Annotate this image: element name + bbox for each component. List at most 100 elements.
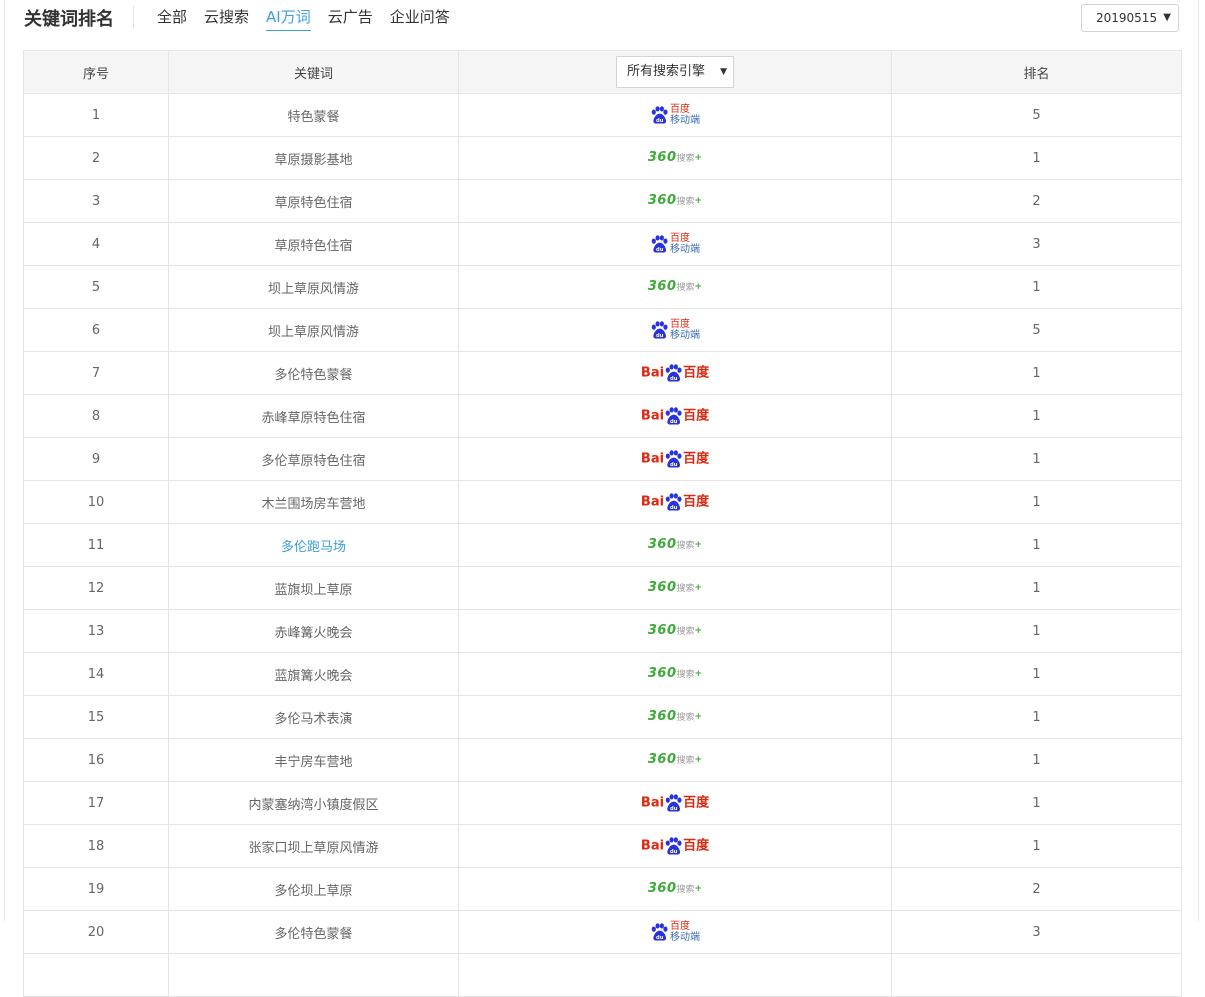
cell-rank: 1	[891, 781, 1182, 825]
cell-rank	[891, 953, 1182, 997]
cell-index: 13	[23, 609, 169, 653]
cell-rank: 1	[891, 738, 1182, 782]
cell-engine: 360搜索+	[458, 609, 892, 653]
cell-engine: Bai du 百度	[458, 394, 892, 438]
tab-cloud-ads[interactable]: 云广告	[328, 6, 373, 31]
cell-engine: 360搜索+	[458, 136, 892, 180]
cell-keyword: 坝上草原风情游	[168, 265, 459, 309]
cell-engine: Bai du 百度	[458, 781, 892, 825]
engine-filter-value: 所有搜索引擎	[627, 64, 706, 79]
cell-keyword: 丰宁房车营地	[168, 738, 459, 782]
cell-keyword	[168, 953, 459, 997]
keyword-text: 草原特色住宿	[274, 195, 353, 211]
date-select[interactable]: 20190515 ▼	[1081, 4, 1179, 32]
keyword-text: 草原特色住宿	[274, 238, 353, 254]
paw-icon: du	[651, 923, 668, 941]
table-row: 15 多伦马术表演 360搜索+ 1	[23, 695, 1182, 739]
cell-index: 8	[23, 394, 169, 438]
cell-keyword: 草原特色住宿	[168, 179, 459, 223]
paw-icon: du	[651, 321, 668, 339]
svg-text:du: du	[670, 806, 678, 812]
cell-rank: 1	[891, 609, 1182, 653]
svg-text:du: du	[656, 935, 664, 941]
cell-keyword: 多伦特色蒙餐	[168, 910, 459, 954]
tab-cloud-search[interactable]: 云搜索	[204, 6, 249, 31]
cell-index: 7	[23, 351, 169, 395]
cell-engine: Bai du 百度	[458, 351, 892, 395]
so360-logo: 360搜索+	[647, 149, 703, 165]
keyword-text: 多伦马术表演	[274, 711, 353, 727]
baidu-mobile-logo: du 百度 移动端	[650, 319, 700, 341]
baidu-logo: Bai du 百度	[640, 793, 710, 812]
cell-engine: Bai du 百度	[458, 824, 892, 868]
table-row: 8 赤峰草原特色住宿 Bai du 百度 1	[23, 394, 1182, 438]
cell-index: 5	[23, 265, 169, 309]
cell-engine	[458, 953, 892, 997]
cell-index: 14	[23, 652, 169, 696]
keyword-rank-table: 序号 关键词 所有搜索引擎 ▼ 排名 1 特色蒙餐 du 百度 移动端 5 2 草原摄影基地 3…	[23, 50, 1182, 997]
date-select-value: 20190515	[1096, 11, 1158, 25]
cell-keyword: 多伦草原特色住宿	[168, 437, 459, 481]
keyword-text: 草原摄影基地	[274, 152, 353, 168]
paw-icon: du	[665, 449, 682, 468]
svg-text:du: du	[670, 376, 678, 382]
keyword-text: 多伦特色蒙餐	[274, 367, 353, 383]
keyword-text: 张家口坝上草原风情游	[248, 840, 379, 856]
tab-enterprise-qa[interactable]: 企业问答	[390, 6, 450, 31]
cell-keyword: 赤峰草原特色住宿	[168, 394, 459, 438]
cell-rank: 1	[891, 136, 1182, 180]
cell-engine: 360搜索+	[458, 179, 892, 223]
svg-text:du: du	[656, 118, 664, 124]
baidu-mobile-logo: du 百度 移动端	[650, 921, 700, 943]
cell-rank: 1	[891, 523, 1182, 567]
cell-engine: du 百度 移动端	[458, 308, 892, 352]
cell-rank: 5	[891, 93, 1182, 137]
svg-text:du: du	[670, 505, 678, 511]
svg-text:du: du	[670, 462, 678, 468]
tab-ai-keywords[interactable]: AI万词	[266, 6, 311, 31]
so360-logo: 360搜索+	[647, 536, 703, 552]
cell-rank: 1	[891, 394, 1182, 438]
table-row: 13 赤峰篝火晚会 360搜索+ 1	[23, 609, 1182, 653]
keyword-text: 内蒙塞纳湾小镇度假区	[248, 797, 379, 813]
keyword-text[interactable]: 多伦跑马场	[281, 540, 346, 555]
engine-filter-select[interactable]: 所有搜索引擎 ▼	[616, 56, 734, 88]
cell-index: 17	[23, 781, 169, 825]
so360-logo: 360搜索+	[647, 880, 703, 896]
table-header-row: 序号 关键词 所有搜索引擎 ▼ 排名	[23, 50, 1182, 94]
keyword-text: 赤峰草原特色住宿	[261, 410, 366, 426]
keyword-text: 蓝旗坝上草原	[274, 582, 353, 598]
keyword-text: 多伦坝上草原	[274, 883, 353, 899]
cell-keyword: 内蒙塞纳湾小镇度假区	[168, 781, 459, 825]
cell-keyword: 多伦马术表演	[168, 695, 459, 739]
table-row: 17 内蒙塞纳湾小镇度假区 Bai du 百度 1	[23, 781, 1182, 825]
baidu-logo: Bai du 百度	[640, 406, 710, 425]
baidu-logo: Bai du 百度	[640, 449, 710, 468]
cell-keyword: 坝上草原风情游	[168, 308, 459, 352]
cell-index: 11	[23, 523, 169, 567]
cell-keyword: 赤峰篝火晚会	[168, 609, 459, 653]
table-row: 3 草原特色住宿 360搜索+ 2	[23, 179, 1182, 223]
caret-down-icon: ▼	[1163, 12, 1171, 23]
cell-keyword: 多伦坝上草原	[168, 867, 459, 911]
cell-engine: 360搜索+	[458, 867, 892, 911]
cell-rank: 3	[891, 222, 1182, 266]
cell-rank: 2	[891, 179, 1182, 223]
keyword-text: 特色蒙餐	[287, 109, 340, 125]
cell-index	[23, 953, 169, 997]
cell-keyword: 张家口坝上草原风情游	[168, 824, 459, 868]
cell-rank: 5	[891, 308, 1182, 352]
table-row: 14 蓝旗篝火晚会 360搜索+ 1	[23, 652, 1182, 696]
baidu-mobile-logo: du 百度 移动端	[650, 104, 700, 126]
svg-text:du: du	[670, 849, 678, 855]
table-row: 10 木兰围场房车营地 Bai du 百度 1	[23, 480, 1182, 524]
cell-index: 4	[23, 222, 169, 266]
cell-rank: 1	[891, 566, 1182, 610]
cell-rank: 1	[891, 652, 1182, 696]
baidu-logo: Bai du 百度	[640, 836, 710, 855]
table-row: 2 草原摄影基地 360搜索+ 1	[23, 136, 1182, 180]
cell-engine: du 百度 移动端	[458, 910, 892, 954]
cell-index: 16	[23, 738, 169, 782]
cell-keyword: 蓝旗篝火晚会	[168, 652, 459, 696]
tab-all[interactable]: 全部	[157, 6, 187, 31]
